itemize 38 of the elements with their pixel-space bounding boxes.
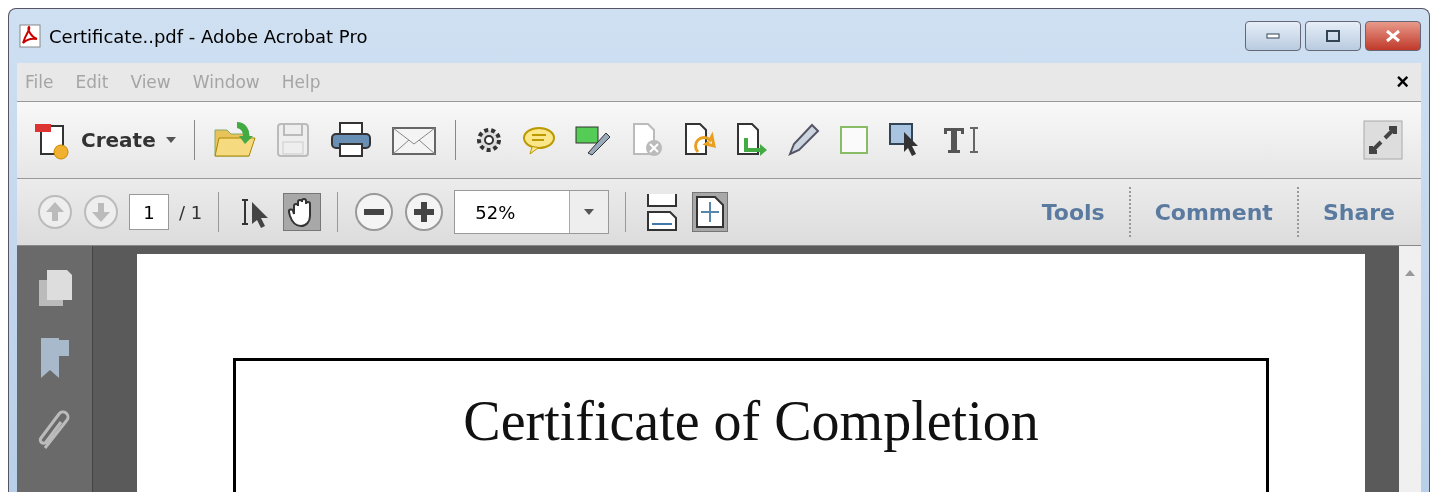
zoom-in-icon[interactable] <box>404 192 445 232</box>
hand-tool-button[interactable] <box>283 193 322 231</box>
pane-tab[interactable]: Share <box>1312 199 1405 225</box>
minimize-button[interactable] <box>1245 21 1301 51</box>
maximize-icon <box>1326 30 1340 42</box>
pages-icon[interactable] <box>36 268 73 308</box>
close-menu-button[interactable]: × <box>1392 69 1413 95</box>
minimize-icon <box>1266 33 1280 39</box>
window-title: Certificate..pdf - Adobe Acrobat Pro <box>49 25 368 47</box>
expand-icon[interactable] <box>1363 120 1403 160</box>
menu-item[interactable]: Window <box>192 72 260 92</box>
zoom-dropdown[interactable]: 52% <box>454 190 610 234</box>
pane-tab[interactable]: Tools <box>1031 199 1115 225</box>
bookmark-icon[interactable] <box>38 336 71 380</box>
close-icon <box>1385 30 1401 42</box>
text-edit-pen-icon[interactable] <box>573 123 612 157</box>
menu-item[interactable]: Help <box>281 72 321 92</box>
caret-icon <box>165 137 176 143</box>
scrollbar[interactable] <box>1399 246 1421 492</box>
page-number-field[interactable]: 1 <box>129 194 169 230</box>
menu-item[interactable]: Edit <box>75 72 109 92</box>
pane-tab[interactable]: Comment <box>1144 199 1283 225</box>
menu-item[interactable]: View <box>130 72 171 92</box>
maximize-button[interactable] <box>1305 21 1361 51</box>
printer-icon[interactable] <box>328 120 373 160</box>
create-button[interactable]: Create <box>31 120 176 160</box>
pdf-file-icon <box>17 23 43 49</box>
close-button[interactable] <box>1365 21 1421 51</box>
menu-item[interactable]: File <box>25 72 54 92</box>
fit-page-icon <box>695 195 726 229</box>
pencil-icon[interactable] <box>785 122 820 158</box>
certificate-heading: Certificate of Completion <box>463 389 1039 453</box>
scrolling-pages-icon <box>645 192 680 232</box>
fit-page-button[interactable] <box>692 192 729 232</box>
caret-icon <box>584 209 595 215</box>
open-folder-icon[interactable] <box>212 120 257 160</box>
zoom-out-icon[interactable] <box>354 192 395 232</box>
page-total: / 1 <box>179 201 203 223</box>
